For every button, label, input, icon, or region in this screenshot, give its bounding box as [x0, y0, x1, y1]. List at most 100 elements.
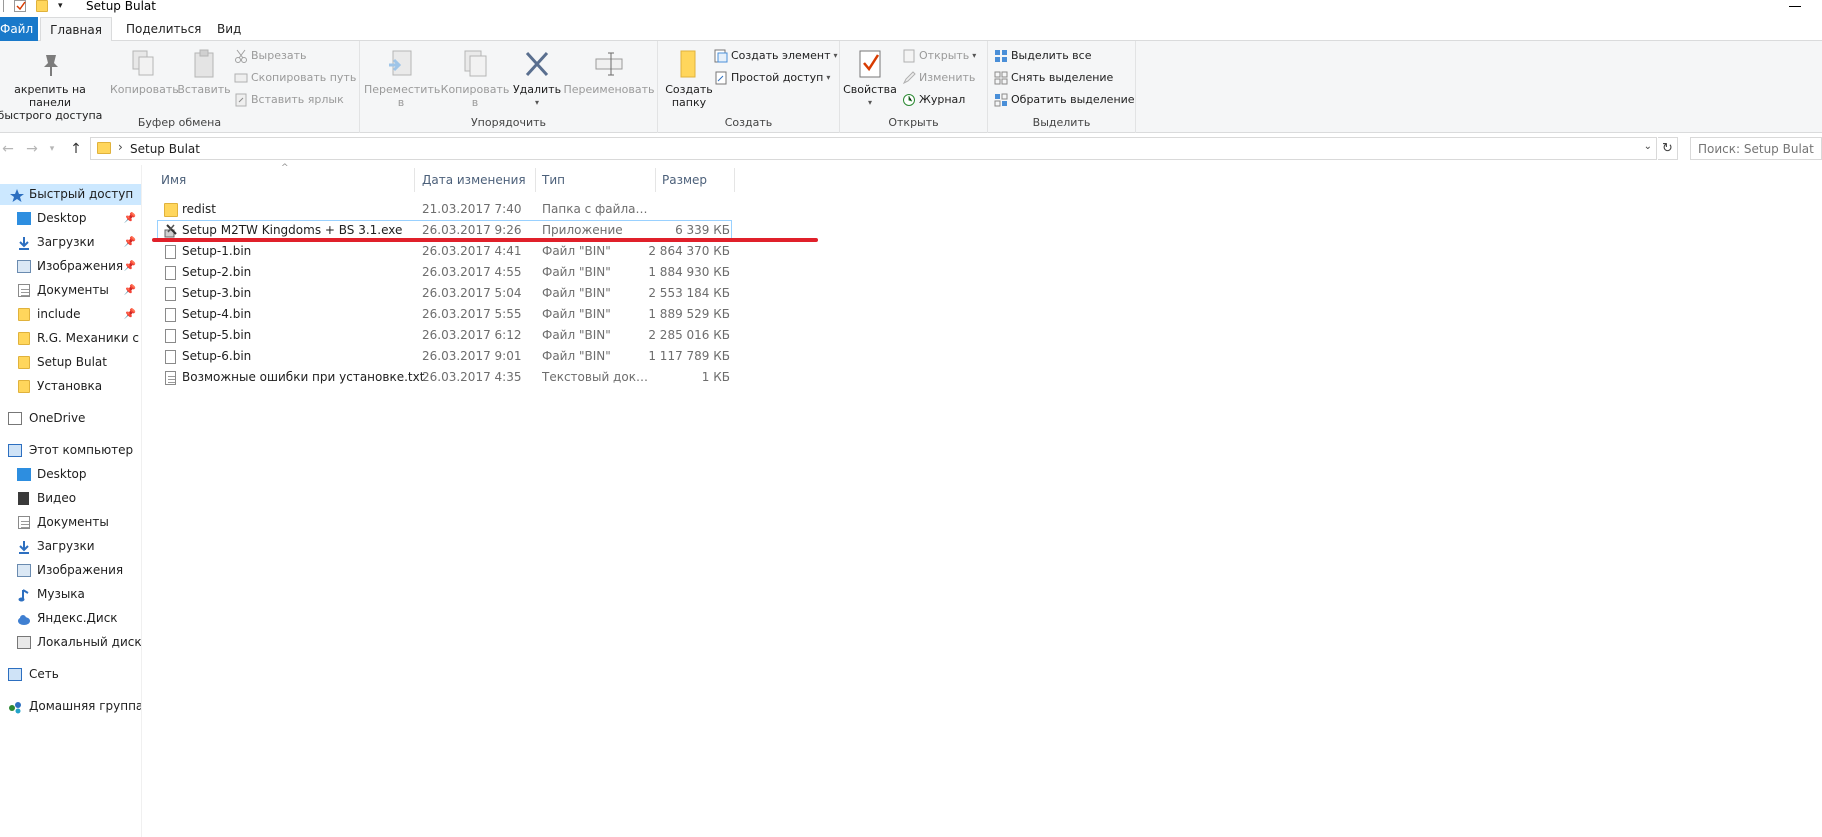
file-row-errors-txt[interactable]: Возможные ошибки при установке.txt 26.03…: [157, 367, 732, 388]
navigation-bar: ← → ▾ ↑ › Setup Bulat ⌄ ↻: [0, 133, 1822, 165]
nav-include[interactable]: include 📌: [0, 304, 141, 325]
copy-path-label: Скопировать путь: [251, 71, 357, 84]
edit-icon: [902, 71, 916, 85]
invert-selection-button[interactable]: Обратить выделение: [994, 91, 1135, 109]
nav-pictures[interactable]: Изображения 📌: [0, 256, 141, 277]
easy-access-button[interactable]: Простой доступ ▾: [714, 69, 830, 87]
file-row-setup-3[interactable]: Setup-3.bin 26.03.2017 5:04 Файл "BIN" 2…: [157, 283, 732, 304]
column-divider[interactable]: [655, 168, 656, 192]
documents-icon: [18, 516, 30, 529]
nav-downloads[interactable]: Загрузки 📌: [0, 232, 141, 253]
nav-homegroup[interactable]: Домашняя группа: [0, 696, 141, 717]
nav-documents[interactable]: Документы 📌: [0, 280, 141, 301]
forward-arrow-icon[interactable]: →: [24, 141, 40, 157]
nav-quick-access[interactable]: Быстрый доступ: [0, 184, 141, 205]
nav-pc-desktop[interactable]: Desktop: [0, 464, 141, 485]
tab-view[interactable]: Вид: [207, 17, 251, 41]
breadcrumb-chevron-icon[interactable]: ›: [118, 140, 123, 154]
file-row-setup-2[interactable]: Setup-2.bin 26.03.2017 4:55 Файл "BIN" 1…: [157, 262, 732, 283]
column-divider[interactable]: [414, 168, 415, 192]
nav-item-label: Локальный диск (C: [37, 635, 142, 649]
back-arrow-icon[interactable]: ←: [0, 141, 16, 157]
new-folder-button[interactable]: Создать папку: [662, 47, 716, 109]
tab-file[interactable]: Файл: [0, 17, 38, 41]
column-divider[interactable]: [535, 168, 536, 192]
paste-shortcut-button[interactable]: Вставить ярлык: [234, 91, 344, 109]
edit-label: Изменить: [919, 71, 976, 84]
select-all-button[interactable]: Выделить все: [994, 47, 1091, 65]
file-size: 1 889 529 КБ: [648, 307, 730, 321]
select-none-button[interactable]: Снять выделение: [994, 69, 1113, 87]
nav-item-label: Документы: [37, 515, 109, 529]
nav-videos[interactable]: Видео: [0, 488, 141, 509]
nav-this-pc[interactable]: Этот компьютер: [0, 440, 141, 461]
file-date: 26.03.2017 4:55: [422, 265, 522, 279]
file-row-setup-1[interactable]: Setup-1.bin 26.03.2017 4:41 Файл "BIN" 2…: [157, 241, 732, 262]
properties-button[interactable]: Свойства ▾: [842, 47, 898, 109]
paste-button[interactable]: Вставить: [176, 47, 232, 96]
select-none-label: Снять выделение: [1011, 71, 1114, 84]
nav-install[interactable]: Установка: [0, 376, 141, 397]
address-bar[interactable]: › Setup Bulat ⌄: [90, 137, 1657, 160]
nav-pc-downloads[interactable]: Загрузки: [0, 536, 141, 557]
column-header-type[interactable]: Тип: [542, 168, 652, 192]
properties-dropdown-icon[interactable]: ▾: [842, 96, 898, 109]
pin-icon[interactable]: 📌: [124, 304, 136, 325]
folder-icon: [18, 356, 30, 369]
file-row-setup-4[interactable]: Setup-4.bin 26.03.2017 5:55 Файл "BIN" 1…: [157, 304, 732, 325]
new-item-button[interactable]: Создать элемент ▾: [714, 47, 838, 65]
properties-qat-icon[interactable]: [14, 0, 26, 12]
file-row-setup-6[interactable]: Setup-6.bin 26.03.2017 9:01 Файл "BIN" 1…: [157, 346, 732, 367]
qat-dropdown-icon[interactable]: ▾: [58, 0, 70, 12]
open-button[interactable]: Открыть ▾: [902, 47, 976, 65]
address-dropdown-icon[interactable]: ⌄: [1644, 141, 1652, 152]
column-header-size[interactable]: Размер: [662, 168, 732, 192]
file-type: Файл "BIN": [542, 349, 611, 363]
copy-button[interactable]: Копировать: [110, 47, 179, 96]
nav-pc-pictures[interactable]: Изображения: [0, 560, 141, 581]
edit-button[interactable]: Изменить: [902, 69, 975, 87]
pin-icon[interactable]: 📌: [124, 232, 136, 253]
nav-pc-documents[interactable]: Документы: [0, 512, 141, 533]
nav-yandex-disk[interactable]: Яндекс.Диск: [0, 608, 141, 629]
file-icon: [165, 308, 176, 322]
breadcrumb[interactable]: Setup Bulat: [130, 142, 200, 156]
column-divider[interactable]: [734, 168, 735, 192]
history-button[interactable]: Журнал: [902, 91, 965, 109]
tab-share[interactable]: Поделиться: [116, 17, 211, 41]
nav-network[interactable]: Сеть: [0, 664, 141, 685]
recent-locations-dropdown-icon[interactable]: ▾: [44, 141, 60, 157]
nav-local-disk[interactable]: Локальный диск (C: [0, 632, 142, 653]
column-header-date[interactable]: Дата изменения: [422, 168, 532, 192]
file-row-setup-5[interactable]: Setup-5.bin 26.03.2017 6:12 Файл "BIN" 2…: [157, 325, 732, 346]
nav-rg-mechanics[interactable]: R.G. Механики с му: [0, 328, 141, 349]
folder-icon: [18, 332, 30, 345]
easy-access-label: Простой доступ: [731, 71, 824, 84]
pin-icon[interactable]: 📌: [124, 280, 136, 301]
copy-to-button[interactable]: Копировать в: [440, 47, 510, 109]
nav-onedrive-label: OneDrive: [29, 411, 86, 425]
minimize-button[interactable]: [1788, 0, 1802, 12]
rename-button[interactable]: Переименовать: [562, 47, 656, 96]
file-size: 1 884 930 КБ: [648, 265, 730, 279]
pin-quick-access-button[interactable]: акрепить на панели быстрого доступа: [0, 47, 106, 122]
delete-dropdown-icon[interactable]: ▾: [512, 96, 562, 109]
cut-button[interactable]: Вырезать: [234, 47, 306, 65]
new-folder-qat-icon[interactable]: [36, 0, 48, 12]
refresh-icon[interactable]: ↻: [1658, 137, 1678, 160]
nav-setup-bulat[interactable]: Setup Bulat: [0, 352, 141, 373]
up-arrow-icon[interactable]: ↑: [68, 141, 84, 157]
delete-button[interactable]: Удалить ▾: [512, 47, 562, 109]
search-input[interactable]: [1690, 137, 1822, 160]
nav-onedrive[interactable]: OneDrive: [0, 408, 141, 429]
move-to-button[interactable]: Переместить в: [364, 47, 440, 109]
column-header-name[interactable]: Имя: [161, 168, 411, 192]
tab-home[interactable]: Главная: [40, 17, 112, 42]
organize-group: Переместить в Копировать в Удалить ▾ Пер…: [360, 41, 658, 133]
nav-desktop[interactable]: Desktop 📌: [0, 208, 141, 229]
pin-icon[interactable]: 📌: [124, 256, 136, 277]
nav-music[interactable]: Музыка: [0, 584, 141, 605]
file-row-redist[interactable]: redist 21.03.2017 7:40 Папка с файлами: [157, 199, 732, 220]
copy-path-button[interactable]: Скопировать путь: [234, 69, 356, 87]
pin-icon[interactable]: 📌: [124, 208, 136, 229]
